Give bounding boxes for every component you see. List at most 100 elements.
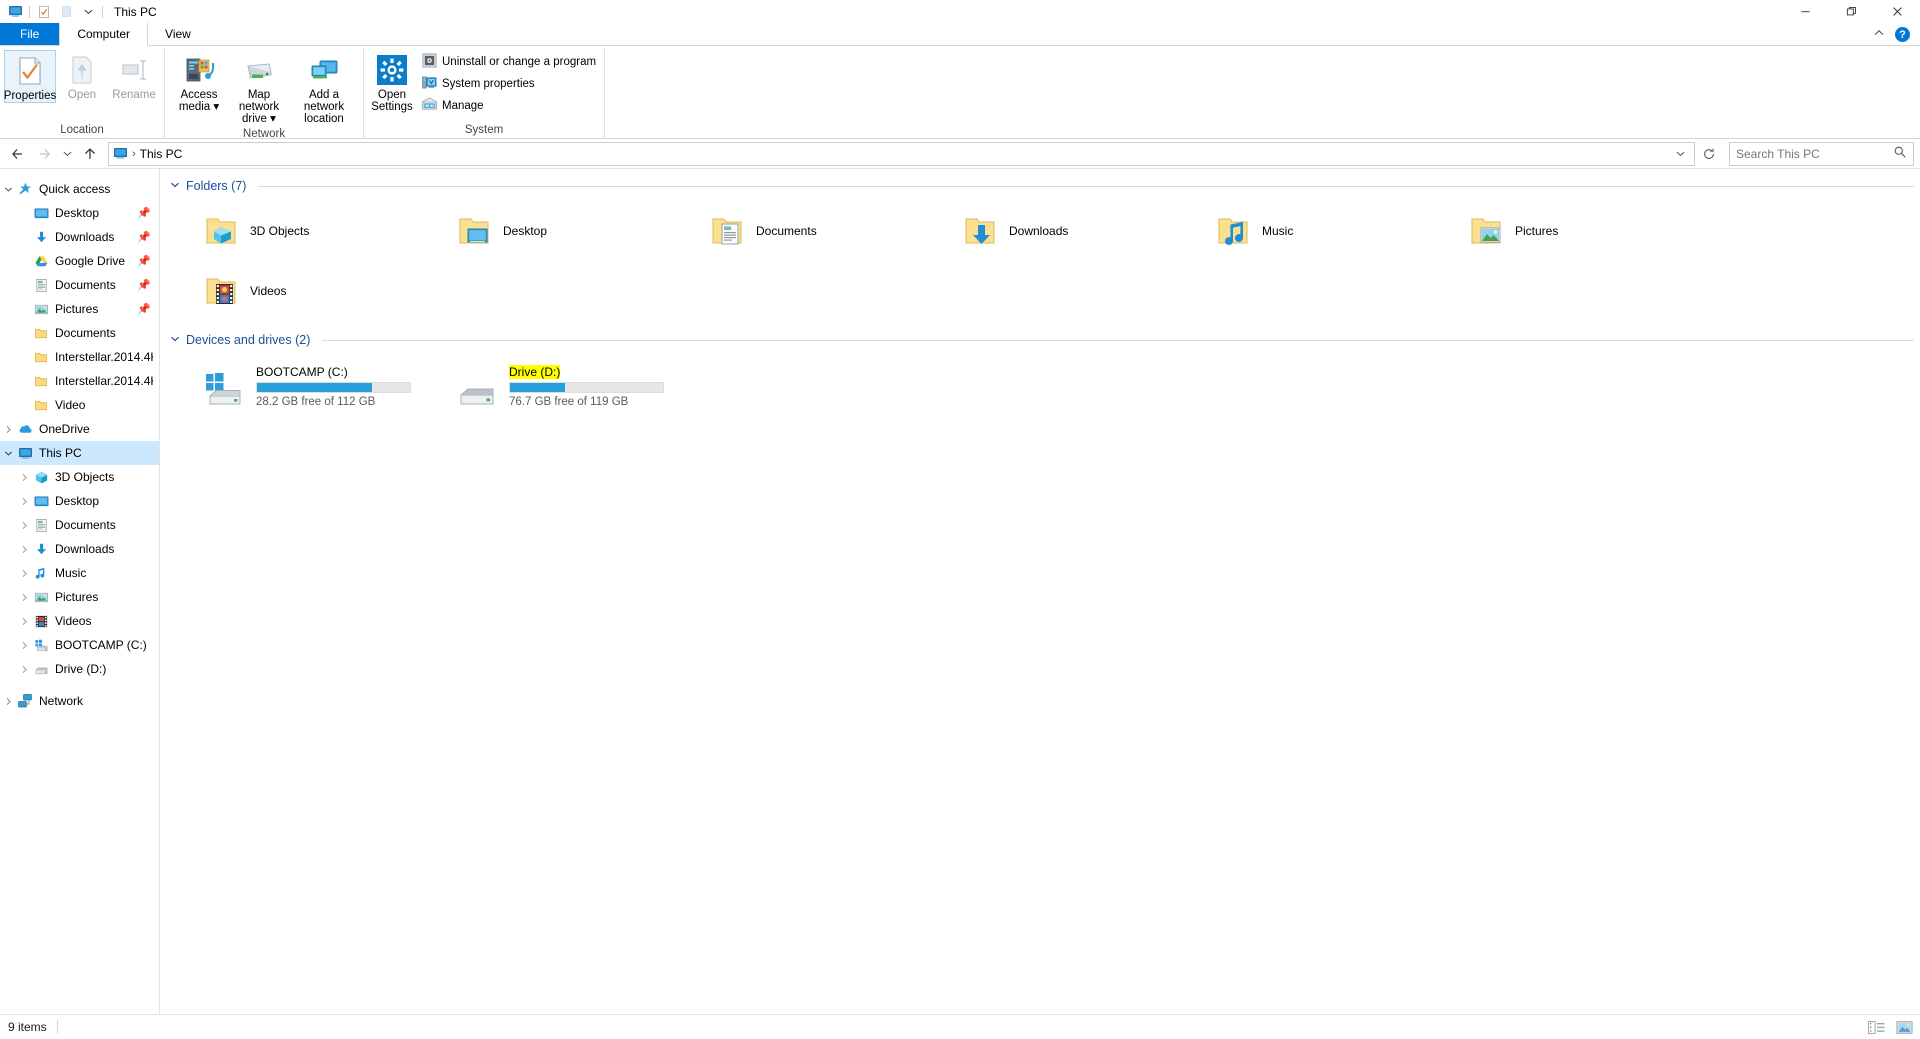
sidebar-item-video[interactable]: Video <box>0 393 159 417</box>
customize-toolbar-dropdown[interactable] <box>77 1 99 23</box>
chevron-down-icon[interactable] <box>1670 148 1690 159</box>
access-media-button[interactable]: Access media ▾ <box>169 50 229 113</box>
pin-icon[interactable]: 📌 <box>137 255 151 268</box>
folder-tile-3d-objects[interactable]: 3D Objects <box>186 201 439 261</box>
breadcrumb-bar[interactable]: › This PC <box>108 141 1695 166</box>
sidebar-item-3d-objects[interactable]: 3D Objects <box>0 465 159 489</box>
chevron-down-icon[interactable] <box>170 180 180 193</box>
system-properties-button[interactable]: System properties <box>418 74 600 94</box>
breadcrumb-separator[interactable]: › <box>132 148 136 160</box>
chevron-right-icon[interactable] <box>16 497 32 506</box>
this-pc-icon[interactable] <box>113 146 128 161</box>
chevron-right-icon[interactable] <box>16 641 32 650</box>
sidebar-item-network[interactable]: Network <box>0 689 159 713</box>
map-network-drive-button[interactable]: Map network drive ▾ <box>229 50 289 125</box>
chevron-right-icon[interactable] <box>16 473 32 482</box>
search-box[interactable]: Search This PC <box>1729 141 1914 166</box>
breadcrumb-item-this-pc[interactable]: This PC <box>140 147 183 161</box>
chevron-right-icon[interactable] <box>0 425 16 434</box>
sidebar-item-downloads[interactable]: Downloads <box>0 537 159 561</box>
sidebar-item-pictures[interactable]: Pictures <box>0 585 159 609</box>
open-settings-button[interactable]: Open Settings <box>368 50 416 113</box>
rename-button[interactable]: Rename <box>108 50 160 101</box>
folder-tile-desktop[interactable]: Desktop <box>439 201 692 261</box>
chevron-right-icon[interactable] <box>16 569 32 578</box>
group-header-devices-and-drives[interactable]: Devices and drives (2) <box>160 329 1920 351</box>
ribbon-group-system: Open Settings Uninstall or change a prog… <box>364 48 606 139</box>
tab-computer[interactable]: Computer <box>59 23 149 46</box>
drive-tile-drive-d[interactable]: Drive (D:) 76.7 GB free of 119 GB <box>439 357 692 419</box>
close-button[interactable] <box>1874 0 1920 23</box>
large-icons-view-button[interactable] <box>1894 1019 1914 1037</box>
sidebar-item-google-drive[interactable]: Google Drive 📌 <box>0 249 159 273</box>
sidebar-item-documents-qa[interactable]: Documents 📌 <box>0 273 159 297</box>
minimize-button[interactable] <box>1782 0 1828 23</box>
pin-icon[interactable]: 📌 <box>137 279 151 292</box>
recent-locations-button[interactable] <box>58 142 76 166</box>
forward-button[interactable] <box>32 142 56 166</box>
sidebar-item-downloads-qa[interactable]: Downloads 📌 <box>0 225 159 249</box>
chevron-down-icon[interactable] <box>0 185 16 194</box>
chevron-down-icon[interactable] <box>0 449 16 458</box>
refresh-button[interactable] <box>1697 142 1721 166</box>
tab-file[interactable]: File <box>0 23 60 45</box>
up-button[interactable] <box>78 142 102 166</box>
sidebar-item-videos[interactable]: Videos <box>0 609 159 633</box>
chevron-down-icon[interactable] <box>170 334 180 347</box>
sidebar-label: Desktop <box>55 494 100 508</box>
sidebar-item-music[interactable]: Music <box>0 561 159 585</box>
sidebar-item-pictures-qa[interactable]: Pictures 📌 <box>0 297 159 321</box>
windows-drive-icon <box>204 371 244 411</box>
collapse-ribbon-icon[interactable] <box>1873 27 1885 42</box>
sidebar-item-onedrive[interactable]: OneDrive <box>0 417 159 441</box>
sidebar-item-quick-access[interactable]: Quick access <box>0 177 159 201</box>
manage-button[interactable]: Manage <box>418 96 600 116</box>
file-list-view[interactable]: Folders (7) 3D Objects Desktop Documents… <box>160 169 1920 1014</box>
sidebar-item-interstellar-1[interactable]: Interstellar.2014.4K.I <box>0 345 159 369</box>
search-icon[interactable] <box>1893 145 1907 162</box>
sidebar-label: Music <box>55 566 87 580</box>
chevron-right-icon[interactable] <box>16 617 32 626</box>
back-button[interactable] <box>6 142 30 166</box>
folder-tile-videos[interactable]: Videos <box>186 261 439 321</box>
sidebar-item-bootcamp-c[interactable]: BOOTCAMP (C:) <box>0 633 159 657</box>
chevron-right-icon[interactable] <box>0 697 16 706</box>
drive-tile-bootcamp-c[interactable]: BOOTCAMP (C:) 28.2 GB free of 112 GB <box>186 357 439 419</box>
search-input[interactable]: Search This PC <box>1736 147 1893 161</box>
properties-icon[interactable] <box>33 1 55 23</box>
group-header-folders[interactable]: Folders (7) <box>160 175 1920 197</box>
open-button[interactable]: Open <box>56 50 108 101</box>
details-view-button[interactable] <box>1866 1019 1886 1037</box>
sidebar-item-drive-d[interactable]: Drive (D:) <box>0 657 159 681</box>
maximize-restore-button[interactable] <box>1828 0 1874 23</box>
sidebar-item-documents-folder[interactable]: Documents <box>0 321 159 345</box>
drive-details: Drive (D:) 76.7 GB free of 119 GB <box>509 363 664 408</box>
chevron-right-icon[interactable] <box>16 521 32 530</box>
sidebar-item-documents[interactable]: Documents <box>0 513 159 537</box>
folder-tile-downloads[interactable]: Downloads <box>945 201 1198 261</box>
sidebar-item-interstellar-2[interactable]: Interstellar.2014.4K.I <box>0 369 159 393</box>
sidebar-item-this-pc[interactable]: This PC <box>0 441 159 465</box>
uninstall-program-button[interactable]: Uninstall or change a program <box>418 52 600 72</box>
chevron-right-icon[interactable] <box>16 593 32 602</box>
properties-button[interactable]: Properties <box>4 50 56 103</box>
drives-tile-grid: BOOTCAMP (C:) 28.2 GB free of 112 GB Dri… <box>160 351 1920 419</box>
folder-tile-music[interactable]: Music <box>1198 201 1451 261</box>
add-network-location-button[interactable]: Add a network location <box>289 50 359 125</box>
pin-icon[interactable]: 📌 <box>137 207 151 220</box>
pin-icon[interactable]: 📌 <box>137 231 151 244</box>
folder-tile-pictures[interactable]: Pictures <box>1451 201 1704 261</box>
drive-name: Drive (D:) <box>509 365 561 379</box>
sidebar-item-desktop[interactable]: Desktop <box>0 489 159 513</box>
this-pc-icon[interactable] <box>4 1 26 23</box>
chevron-right-icon[interactable] <box>16 545 32 554</box>
pin-icon[interactable]: 📌 <box>137 303 151 316</box>
tab-view[interactable]: View <box>148 23 208 45</box>
blank-icon[interactable] <box>55 1 77 23</box>
chevron-right-icon[interactable] <box>16 665 32 674</box>
folder-tile-documents[interactable]: Documents <box>692 201 945 261</box>
sidebar-item-desktop-qa[interactable]: Desktop 📌 <box>0 201 159 225</box>
navigation-pane[interactable]: Quick access Desktop 📌 Downloads 📌 Googl… <box>0 169 160 1014</box>
help-icon[interactable]: ? <box>1895 27 1910 42</box>
drive-name: BOOTCAMP (C:) <box>256 365 348 379</box>
